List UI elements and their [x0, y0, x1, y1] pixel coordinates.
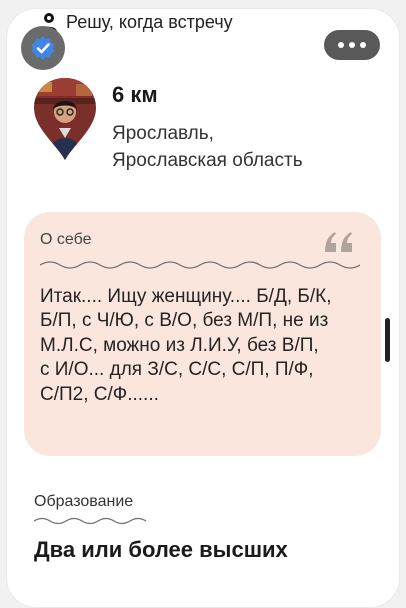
- distance-label: 6 км: [112, 82, 158, 107]
- location-region: Ярославская область: [112, 150, 303, 171]
- about-line: С/П2, С/Ф......: [40, 383, 159, 405]
- dating-goal-text: Решу, когда встречу: [66, 11, 233, 32]
- check-badge-icon: [31, 36, 55, 60]
- about-text: Итак.... Ищу женщину.... Б/Д, Б/К, Б/П, …: [40, 285, 370, 407]
- location-label: Ярославль, Ярославская область: [112, 120, 372, 174]
- wave-divider: [34, 517, 147, 525]
- verified-badge[interactable]: [21, 26, 65, 70]
- education-title: Образование: [34, 493, 134, 510]
- about-line: Б/П, с Ч/Ю, с В/О, без М/П, не из: [40, 310, 329, 332]
- more-dots-icon: [349, 42, 355, 48]
- more-options-button[interactable]: [324, 30, 380, 60]
- about-title: О себе: [40, 231, 92, 248]
- location-pin-avatar[interactable]: [32, 76, 98, 162]
- scrollbar[interactable]: [385, 318, 390, 362]
- dating-goal-hint: Решу, когда встречу: [40, 10, 233, 34]
- location-city: Ярославль,: [112, 123, 214, 144]
- about-line: с И/О... для З/С, С/С, С/П, П/Ф,: [40, 359, 314, 381]
- about-line: Итак.... Ищу женщину.... Б/Д, Б/К,: [40, 286, 332, 307]
- about-line: М.Л.С, можно из Л.И.У, без В/П,: [40, 334, 319, 356]
- more-dots-icon: [360, 42, 366, 48]
- education-value: Два или более высших: [34, 537, 288, 562]
- more-dots-icon: [338, 42, 344, 48]
- wave-divider: [40, 261, 360, 269]
- quote-icon: [325, 232, 352, 252]
